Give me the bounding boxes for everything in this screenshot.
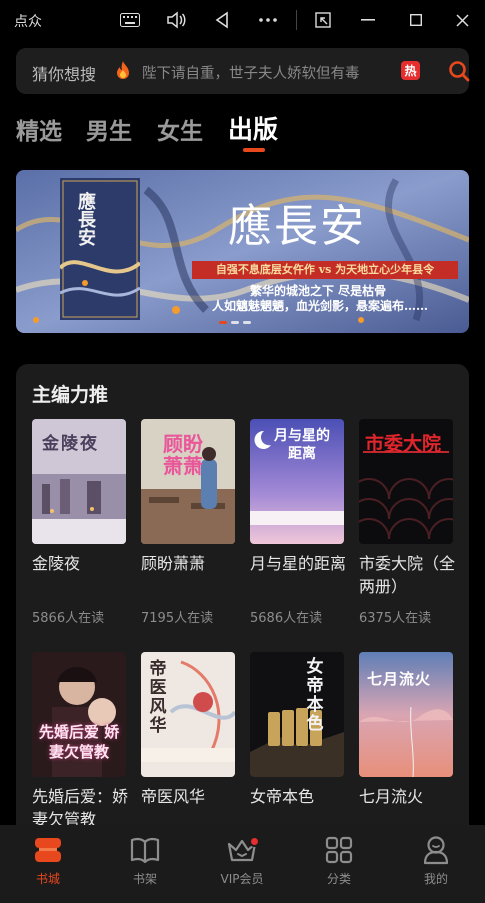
book-title: 帝医风华 (141, 787, 206, 806)
banner-title: 應長安 (228, 201, 366, 252)
maximize-icon[interactable] (402, 8, 430, 32)
nav-vip[interactable]: VIP会员 (212, 833, 272, 887)
vip-crown-icon (212, 833, 272, 867)
book-cover-title: 先婚后爱 娇妻欠管教 (38, 723, 120, 761)
book-item[interactable]: 女帝本色 女帝本色 (250, 652, 346, 808)
book-item[interactable]: 金陵夜 金陵夜 5866人在读 (32, 419, 128, 626)
title-bar: 点众 (0, 0, 485, 40)
book-cover-title: 七月流火 (367, 670, 432, 688)
tab-featured[interactable]: 精选 (16, 112, 62, 146)
bookstore-icon (18, 833, 78, 867)
book-cover[interactable]: 金陵夜 (32, 419, 126, 544)
book-item[interactable]: 月与星的距离 月与星的距离 5686人在读 (250, 419, 347, 626)
book-item[interactable]: 市委大院 市委大院（全两册） 6375人在读 (359, 419, 456, 626)
flame-icon (115, 60, 131, 84)
close-icon[interactable] (448, 8, 476, 32)
tab-male[interactable]: 男生 (86, 112, 132, 146)
book-item[interactable]: 顾盼萧萧 顾盼萧萧 7195人在读 (141, 419, 237, 626)
banner-book-cover[interactable]: 應長安 (58, 178, 142, 320)
book-cover[interactable]: 帝医风华 (141, 652, 235, 777)
nav-label: 我的 (423, 872, 448, 886)
notification-dot (249, 836, 260, 847)
book-item[interactable]: 先婚后爱 娇妻欠管教 先婚后爱：娇妻欠管教 (32, 652, 128, 831)
book-item[interactable]: 七月流火 七月流火 (359, 652, 455, 808)
book-readers: 5686人在读 (250, 611, 323, 626)
keyboard-icon[interactable] (116, 8, 144, 32)
book-title: 市委大院（全两册） (359, 554, 456, 596)
book-title: 七月流火 (359, 787, 424, 806)
book-cover[interactable]: 市委大院 (359, 419, 453, 544)
book-cover[interactable]: 月与星的距离 (250, 419, 344, 544)
banner-line-2: 人如魑魅魍魉，血光剑影，悬案遍布…… (212, 299, 429, 313)
search-bar[interactable]: 猜你想搜 陛下请自重，世子夫人娇软但有毒 热 (16, 48, 470, 94)
book-readers: 7195人在读 (141, 611, 214, 626)
book-title: 女帝本色 (250, 787, 315, 806)
search-icon[interactable] (448, 60, 470, 86)
banner-cover-title: 應長安 (75, 192, 96, 246)
book-cover-title: 月与星的距离 (274, 428, 330, 462)
book-cover[interactable]: 先婚后爱 娇妻欠管教 (32, 652, 126, 777)
book-cover-title: 金陵夜 (42, 434, 99, 454)
nav-profile[interactable]: 我的 (406, 833, 466, 887)
book-cover[interactable]: 女帝本色 (250, 652, 344, 777)
more-icon[interactable] (254, 8, 282, 32)
book-cover-title: 市委大院 (365, 433, 442, 455)
title-divider (296, 10, 297, 30)
nav-label: 书城 (35, 872, 60, 886)
nav-label: VIP会员 (220, 872, 264, 886)
search-query[interactable]: 陛下请自重，世子夫人娇软但有毒 (142, 62, 392, 83)
book-cover-title: 帝医风华 (149, 659, 167, 736)
tab-female[interactable]: 女生 (157, 112, 203, 146)
banner-tagline: 自强不息底层女仵作 vs 为天地立心少年县令 (192, 261, 458, 279)
book-readers: 6375人在读 (359, 611, 432, 626)
book-readers: 5866人在读 (32, 611, 105, 626)
editor-picks-section: 主编力推 金陵夜 金陵夜 5866人在读 顾盼萧萧 顾盼萧萧 7195人在读 月… (16, 364, 469, 864)
book-cover-title: 女帝本色 (306, 657, 324, 734)
book-title: 金陵夜 (32, 554, 81, 573)
carousel-dot[interactable] (231, 321, 239, 324)
bottom-navigation: 书城 书架 VIP会员 分类 我的 (0, 825, 485, 903)
nav-bookstore[interactable]: 书城 (18, 833, 78, 887)
window-title: 点众 (14, 14, 42, 30)
book-item[interactable]: 帝医风华 帝医风华 (141, 652, 237, 808)
section-title: 主编力推 (32, 384, 109, 406)
hot-badge: 热 (401, 61, 420, 80)
bookshelf-icon (115, 833, 175, 867)
carousel-dots[interactable] (219, 321, 251, 324)
volume-icon[interactable] (162, 8, 190, 32)
book-cover[interactable]: 七月流火 (359, 652, 453, 777)
carousel-dot[interactable] (243, 321, 251, 324)
search-prefix: 猜你想搜 (32, 65, 97, 84)
pin-icon[interactable] (309, 8, 337, 32)
nav-category[interactable]: 分类 (309, 833, 369, 887)
back-icon[interactable] (208, 8, 236, 32)
book-title: 月与星的距离 (250, 554, 347, 573)
nav-label: 分类 (326, 872, 351, 886)
book-title: 顾盼萧萧 (141, 554, 206, 573)
tab-indicator (243, 148, 265, 152)
category-grid-icon (309, 833, 369, 867)
profile-icon (406, 833, 466, 867)
book-cover[interactable]: 顾盼萧萧 (141, 419, 235, 544)
carousel-dot[interactable] (219, 321, 227, 324)
promo-banner[interactable]: 應長安 應長安 自强不息底层女仵作 vs 为天地立心少年县令 繁华的城池之下 尽… (16, 170, 469, 333)
tab-publishing[interactable]: 出版 (228, 110, 278, 146)
book-cover-title: 顾盼萧萧 (163, 432, 203, 478)
nav-label: 书架 (132, 872, 157, 886)
minimize-icon[interactable] (354, 8, 382, 32)
nav-bookshelf[interactable]: 书架 (115, 833, 175, 887)
